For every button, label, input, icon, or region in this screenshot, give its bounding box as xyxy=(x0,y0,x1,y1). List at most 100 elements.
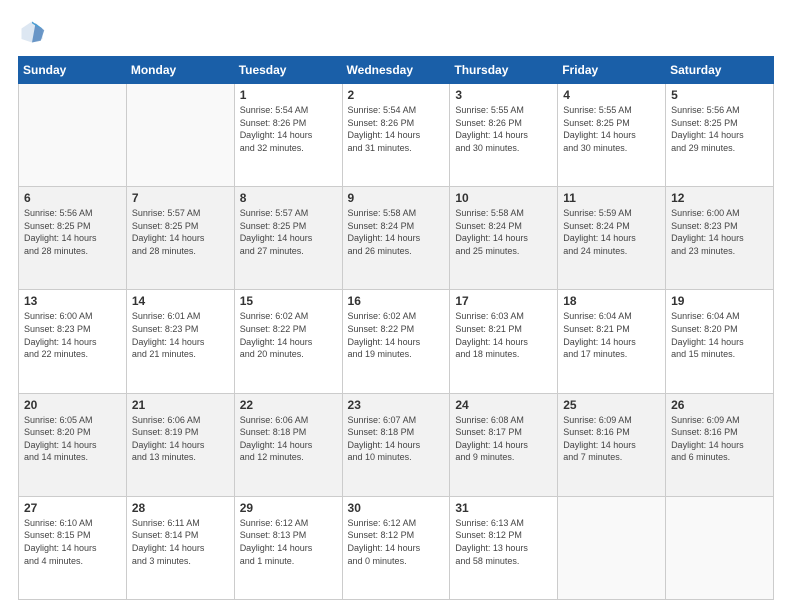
calendar-cell: 31Sunrise: 6:13 AM Sunset: 8:12 PM Dayli… xyxy=(450,496,558,599)
weekday-header-saturday: Saturday xyxy=(666,57,774,84)
day-number: 3 xyxy=(455,88,552,102)
day-info: Sunrise: 6:04 AM Sunset: 8:21 PM Dayligh… xyxy=(563,310,660,360)
day-number: 28 xyxy=(132,501,229,515)
calendar-cell: 5 Sunrise: 5:56 AM Sunset: 8:25 PM Daylig… xyxy=(666,84,774,187)
day-number: 10 xyxy=(455,191,552,205)
day-number: 8 xyxy=(240,191,337,205)
calendar-cell: 12 Sunrise: 6:00 AM Sunset: 8:23 PM Dayli… xyxy=(666,187,774,290)
day-number: 23 xyxy=(348,398,445,412)
day-info: Sunrise: 6:00 AM Sunset: 8:23 PM Dayligh… xyxy=(671,207,768,257)
weekday-header-row: SundayMondayTuesdayWednesdayThursdayFrid… xyxy=(19,57,774,84)
calendar-cell xyxy=(126,84,234,187)
day-info: Sunrise: 5:55 AM Sunset: 8:26 PM Dayligh… xyxy=(455,104,552,154)
page: SundayMondayTuesdayWednesdayThursdayFrid… xyxy=(0,0,792,612)
day-info: Sunrise: 6:07 AM Sunset: 8:18 PM Dayligh… xyxy=(348,414,445,464)
weekday-header-friday: Friday xyxy=(558,57,666,84)
calendar-week-row: 6 Sunrise: 5:56 AM Sunset: 8:25 PM Daylig… xyxy=(19,187,774,290)
calendar-week-row: 1 Sunrise: 5:54 AM Sunset: 8:26 PM Daylig… xyxy=(19,84,774,187)
calendar-week-row: 20 Sunrise: 6:05 AM Sunset: 8:20 PM Dayli… xyxy=(19,393,774,496)
day-info: Sunrise: 6:10 AM Sunset: 8:15 PM Dayligh… xyxy=(24,517,121,567)
day-number: 5 xyxy=(671,88,768,102)
day-number: 29 xyxy=(240,501,337,515)
day-info: Sunrise: 5:55 AM Sunset: 8:25 PM Dayligh… xyxy=(563,104,660,154)
calendar-cell: 9Sunrise: 5:58 AM Sunset: 8:24 PM Daylig… xyxy=(342,187,450,290)
calendar-cell: 26Sunrise: 6:09 AM Sunset: 8:16 PM Dayli… xyxy=(666,393,774,496)
logo xyxy=(18,18,50,46)
calendar-cell: 8 Sunrise: 5:57 AM Sunset: 8:25 PM Daylig… xyxy=(234,187,342,290)
day-number: 7 xyxy=(132,191,229,205)
weekday-header-thursday: Thursday xyxy=(450,57,558,84)
day-info: Sunrise: 5:56 AM Sunset: 8:25 PM Dayligh… xyxy=(671,104,768,154)
calendar-cell xyxy=(666,496,774,599)
day-info: Sunrise: 6:01 AM Sunset: 8:23 PM Dayligh… xyxy=(132,310,229,360)
day-info: Sunrise: 5:57 AM Sunset: 8:25 PM Dayligh… xyxy=(132,207,229,257)
day-info: Sunrise: 6:03 AM Sunset: 8:21 PM Dayligh… xyxy=(455,310,552,360)
day-number: 19 xyxy=(671,294,768,308)
calendar-cell: 21 Sunrise: 6:06 AM Sunset: 8:19 PM Dayli… xyxy=(126,393,234,496)
calendar-cell: 16 Sunrise: 6:02 AM Sunset: 8:22 PM Dayli… xyxy=(342,290,450,393)
weekday-header-tuesday: Tuesday xyxy=(234,57,342,84)
day-info: Sunrise: 5:54 AM Sunset: 8:26 PM Dayligh… xyxy=(240,104,337,154)
calendar-cell: 3 Sunrise: 5:55 AM Sunset: 8:26 PM Daylig… xyxy=(450,84,558,187)
calendar-cell: 20 Sunrise: 6:05 AM Sunset: 8:20 PM Dayli… xyxy=(19,393,127,496)
calendar-cell: 11 Sunrise: 5:59 AM Sunset: 8:24 PM Dayli… xyxy=(558,187,666,290)
day-number: 26 xyxy=(671,398,768,412)
calendar: SundayMondayTuesdayWednesdayThursdayFrid… xyxy=(18,56,774,600)
calendar-cell: 23 Sunrise: 6:07 AM Sunset: 8:18 PM Dayli… xyxy=(342,393,450,496)
calendar-cell xyxy=(558,496,666,599)
calendar-cell: 24Sunrise: 6:08 AM Sunset: 8:17 PM Dayli… xyxy=(450,393,558,496)
calendar-cell: 19 Sunrise: 6:04 AM Sunset: 8:20 PM Dayli… xyxy=(666,290,774,393)
calendar-cell: 29 Sunrise: 6:12 AM Sunset: 8:13 PM Dayli… xyxy=(234,496,342,599)
day-number: 20 xyxy=(24,398,121,412)
day-number: 4 xyxy=(563,88,660,102)
day-info: Sunrise: 6:06 AM Sunset: 8:19 PM Dayligh… xyxy=(132,414,229,464)
calendar-cell: 15 Sunrise: 6:02 AM Sunset: 8:22 PM Dayli… xyxy=(234,290,342,393)
day-info: Sunrise: 6:04 AM Sunset: 8:20 PM Dayligh… xyxy=(671,310,768,360)
day-info: Sunrise: 5:56 AM Sunset: 8:25 PM Dayligh… xyxy=(24,207,121,257)
day-info: Sunrise: 6:12 AM Sunset: 8:12 PM Dayligh… xyxy=(348,517,445,567)
day-info: Sunrise: 5:57 AM Sunset: 8:25 PM Dayligh… xyxy=(240,207,337,257)
day-number: 11 xyxy=(563,191,660,205)
day-info: Sunrise: 6:00 AM Sunset: 8:23 PM Dayligh… xyxy=(24,310,121,360)
day-info: Sunrise: 6:09 AM Sunset: 8:16 PM Dayligh… xyxy=(563,414,660,464)
day-number: 22 xyxy=(240,398,337,412)
day-number: 2 xyxy=(348,88,445,102)
calendar-cell: 6 Sunrise: 5:56 AM Sunset: 8:25 PM Daylig… xyxy=(19,187,127,290)
logo-icon xyxy=(18,18,46,46)
day-number: 21 xyxy=(132,398,229,412)
day-info: Sunrise: 5:54 AM Sunset: 8:26 PM Dayligh… xyxy=(348,104,445,154)
day-info: Sunrise: 6:05 AM Sunset: 8:20 PM Dayligh… xyxy=(24,414,121,464)
day-info: Sunrise: 6:02 AM Sunset: 8:22 PM Dayligh… xyxy=(348,310,445,360)
calendar-cell: 18 Sunrise: 6:04 AM Sunset: 8:21 PM Dayli… xyxy=(558,290,666,393)
day-info: Sunrise: 6:02 AM Sunset: 8:22 PM Dayligh… xyxy=(240,310,337,360)
day-number: 18 xyxy=(563,294,660,308)
calendar-cell: 17 Sunrise: 6:03 AM Sunset: 8:21 PM Dayli… xyxy=(450,290,558,393)
calendar-cell: 7 Sunrise: 5:57 AM Sunset: 8:25 PM Daylig… xyxy=(126,187,234,290)
day-info: Sunrise: 6:13 AM Sunset: 8:12 PM Dayligh… xyxy=(455,517,552,567)
day-number: 12 xyxy=(671,191,768,205)
weekday-header-wednesday: Wednesday xyxy=(342,57,450,84)
day-number: 15 xyxy=(240,294,337,308)
day-number: 13 xyxy=(24,294,121,308)
day-number: 16 xyxy=(348,294,445,308)
day-number: 6 xyxy=(24,191,121,205)
calendar-cell: 13 Sunrise: 6:00 AM Sunset: 8:23 PM Dayli… xyxy=(19,290,127,393)
day-number: 17 xyxy=(455,294,552,308)
header xyxy=(18,18,774,46)
calendar-cell: 22Sunrise: 6:06 AM Sunset: 8:18 PM Dayli… xyxy=(234,393,342,496)
day-number: 30 xyxy=(348,501,445,515)
day-number: 24 xyxy=(455,398,552,412)
day-info: Sunrise: 5:59 AM Sunset: 8:24 PM Dayligh… xyxy=(563,207,660,257)
day-info: Sunrise: 6:11 AM Sunset: 8:14 PM Dayligh… xyxy=(132,517,229,567)
calendar-cell: 4 Sunrise: 5:55 AM Sunset: 8:25 PM Daylig… xyxy=(558,84,666,187)
day-info: Sunrise: 5:58 AM Sunset: 8:24 PM Dayligh… xyxy=(348,207,445,257)
calendar-week-row: 27Sunrise: 6:10 AM Sunset: 8:15 PM Dayli… xyxy=(19,496,774,599)
weekday-header-sunday: Sunday xyxy=(19,57,127,84)
day-number: 1 xyxy=(240,88,337,102)
calendar-cell: 30 Sunrise: 6:12 AM Sunset: 8:12 PM Dayli… xyxy=(342,496,450,599)
day-info: Sunrise: 6:12 AM Sunset: 8:13 PM Dayligh… xyxy=(240,517,337,567)
calendar-cell: 25Sunrise: 6:09 AM Sunset: 8:16 PM Dayli… xyxy=(558,393,666,496)
calendar-cell: 2 Sunrise: 5:54 AM Sunset: 8:26 PM Daylig… xyxy=(342,84,450,187)
day-number: 14 xyxy=(132,294,229,308)
calendar-cell: 28 Sunrise: 6:11 AM Sunset: 8:14 PM Dayli… xyxy=(126,496,234,599)
